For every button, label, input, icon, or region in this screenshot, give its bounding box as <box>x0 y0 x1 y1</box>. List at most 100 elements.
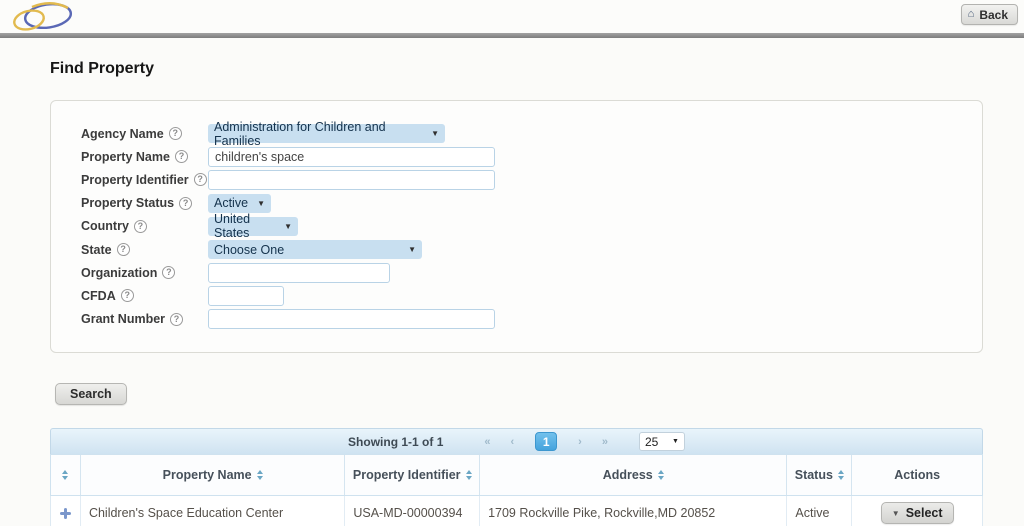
expand-row-cell <box>51 496 81 526</box>
last-page-icon[interactable]: » <box>597 436 613 448</box>
form-row-property-status: Property Status ? Active ▼ <box>81 192 982 215</box>
property-identifier-cell: USA-MD-00000394 <box>345 496 480 526</box>
form-row-state: State ? Choose One ▼ <box>81 238 982 261</box>
cfda-input[interactable] <box>208 286 284 306</box>
help-icon[interactable]: ? <box>117 243 130 256</box>
pagination-bar: Showing 1-1 of 1 « ‹ 1 › » 25 ▼ <box>50 428 983 454</box>
table-header-row: Property Name Property Identifier Addres… <box>50 454 983 496</box>
column-header-sort[interactable] <box>51 455 81 495</box>
results-table: Showing 1-1 of 1 « ‹ 1 › » 25 ▼ Property… <box>50 428 983 526</box>
column-label: Address <box>603 468 653 482</box>
page-number-button[interactable]: 1 <box>535 432 557 451</box>
column-label: Actions <box>894 468 940 482</box>
help-icon[interactable]: ? <box>121 289 134 302</box>
column-label: Property Identifier <box>353 468 461 482</box>
help-icon[interactable]: ? <box>169 127 182 140</box>
back-button-label: Back <box>979 8 1008 22</box>
status-cell: Active <box>787 496 852 526</box>
showing-results-text: Showing 1-1 of 1 <box>348 435 443 449</box>
column-label: Property Name <box>163 468 252 482</box>
select-button[interactable]: ▼ Select <box>881 502 954 524</box>
property-name-label-text: Property Name <box>81 150 170 164</box>
help-icon[interactable]: ? <box>175 150 188 163</box>
form-row-agency-name: Agency Name ? Administration for Childre… <box>81 122 982 145</box>
form-row-property-identifier: Property Identifier ? <box>81 168 982 191</box>
property-status-selected-value: Active <box>214 196 248 210</box>
column-header-property-identifier[interactable]: Property Identifier <box>345 455 480 495</box>
next-page-icon[interactable]: › <box>573 436 587 448</box>
organization-label: Organization ? <box>81 266 208 280</box>
cfda-label-text: CFDA <box>81 289 116 303</box>
form-row-organization: Organization ? <box>81 261 982 284</box>
chevron-down-icon: ▼ <box>431 129 439 138</box>
cfda-label: CFDA ? <box>81 289 208 303</box>
state-label: State ? <box>81 243 208 257</box>
country-label-text: Country <box>81 219 129 233</box>
agency-name-select[interactable]: Administration for Children and Families… <box>208 124 445 143</box>
organization-input[interactable] <box>208 263 390 283</box>
help-icon[interactable]: ? <box>170 313 183 326</box>
property-status-select[interactable]: Active ▼ <box>208 194 271 213</box>
column-header-address[interactable]: Address <box>480 455 787 495</box>
page-size-value: 25 <box>645 435 658 449</box>
property-status-label: Property Status ? <box>81 196 208 210</box>
country-select[interactable]: United States ▼ <box>208 217 298 236</box>
column-header-actions: Actions <box>852 455 982 495</box>
help-icon[interactable]: ? <box>179 197 192 210</box>
search-button[interactable]: Search <box>55 383 127 405</box>
agency-name-label-text: Agency Name <box>81 127 164 141</box>
top-header: ⌂ Back <box>0 0 1024 33</box>
sort-icon[interactable] <box>838 470 844 480</box>
form-row-cfda: CFDA ? <box>81 284 982 307</box>
chevron-down-icon: ▼ <box>672 438 679 445</box>
help-icon[interactable]: ? <box>134 220 147 233</box>
chevron-down-icon: ▼ <box>284 222 292 231</box>
chevron-down-icon: ▼ <box>408 245 416 254</box>
state-selected-value: Choose One <box>214 243 284 257</box>
header-divider <box>0 33 1024 38</box>
page-title: Find Property <box>50 60 154 78</box>
state-select[interactable]: Choose One ▼ <box>208 240 422 259</box>
chevron-down-icon: ▼ <box>892 509 900 518</box>
actions-cell: ▼ Select <box>852 496 982 526</box>
select-button-label: Select <box>906 506 943 520</box>
property-identifier-label-text: Property Identifier <box>81 173 189 187</box>
previous-page-icon[interactable]: ‹ <box>506 436 520 448</box>
country-label: Country ? <box>81 219 208 233</box>
column-header-property-name[interactable]: Property Name <box>81 455 345 495</box>
form-row-grant-number: Grant Number ? <box>81 308 982 331</box>
column-label: Status <box>795 468 833 482</box>
grant-number-label: Grant Number ? <box>81 312 208 326</box>
app-logo-icon <box>8 1 74 33</box>
help-icon[interactable]: ? <box>194 173 207 186</box>
property-status-label-text: Property Status <box>81 196 174 210</box>
country-selected-value: United States <box>214 212 276 240</box>
page-size-select[interactable]: 25 ▼ <box>639 432 685 451</box>
grant-number-label-text: Grant Number <box>81 312 165 326</box>
property-identifier-input[interactable] <box>208 170 495 190</box>
property-identifier-label: Property Identifier ? <box>81 173 208 187</box>
find-property-form: Agency Name ? Administration for Childre… <box>50 100 983 353</box>
organization-label-text: Organization <box>81 266 157 280</box>
state-label-text: State <box>81 243 112 257</box>
property-name-label: Property Name ? <box>81 150 208 164</box>
table-row: Children's Space Education Center USA-MD… <box>50 496 983 526</box>
agency-name-label: Agency Name ? <box>81 127 208 141</box>
sort-icon[interactable] <box>658 470 664 480</box>
grant-number-input[interactable] <box>208 309 495 329</box>
sort-icon[interactable] <box>466 470 472 480</box>
address-cell: 1709 Rockville Pike, Rockville,MD 20852 <box>480 496 787 526</box>
back-button[interactable]: ⌂ Back <box>961 4 1018 25</box>
sort-icon[interactable] <box>62 470 68 480</box>
agency-name-selected-value: Administration for Children and Families <box>214 120 423 148</box>
home-icon: ⌂ <box>968 9 975 20</box>
property-name-input[interactable] <box>208 147 495 167</box>
column-header-status[interactable]: Status <box>787 455 852 495</box>
sort-icon[interactable] <box>257 470 263 480</box>
help-icon[interactable]: ? <box>162 266 175 279</box>
form-row-country: Country ? United States ▼ <box>81 215 982 238</box>
form-row-property-name: Property Name ? <box>81 145 982 168</box>
first-page-icon[interactable]: « <box>479 436 495 448</box>
expand-plus-icon[interactable] <box>60 508 71 519</box>
property-name-cell: Children's Space Education Center <box>81 496 345 526</box>
